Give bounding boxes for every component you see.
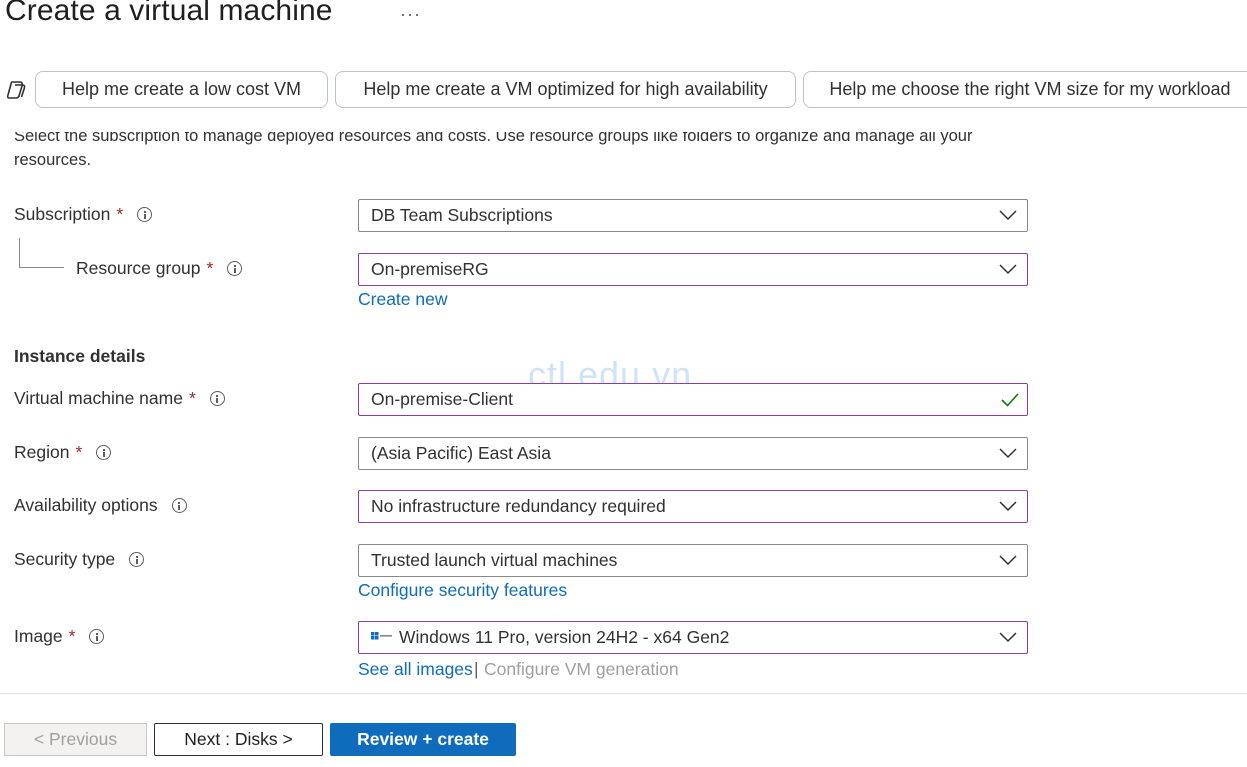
- required-asterisk: *: [188, 388, 196, 408]
- chevron-down-icon: [999, 501, 1017, 512]
- page-title: Create a virtual machine: [5, 0, 333, 27]
- security-type-select[interactable]: Trusted launch virtual machines: [358, 544, 1028, 577]
- configure-vm-generation-link: Configure VM generation: [484, 659, 679, 679]
- chevron-down-icon: [999, 448, 1017, 459]
- resource-group-select[interactable]: On-premiseRG: [358, 253, 1028, 286]
- subscription-value: DB Team Subscriptions: [371, 205, 553, 225]
- previous-button: < Previous: [4, 723, 147, 756]
- subscription-select[interactable]: DB Team Subscriptions: [358, 199, 1028, 232]
- availability-value: No infrastructure redundancy required: [371, 496, 666, 516]
- review-create-button[interactable]: Review + create: [330, 723, 516, 756]
- chevron-down-icon: [999, 555, 1017, 566]
- required-asterisk: *: [116, 204, 124, 224]
- security-type-label-text: Security type: [14, 549, 116, 569]
- required-asterisk: *: [75, 442, 83, 462]
- copilot-icon: [6, 81, 26, 99]
- subscription-label: Subscription *: [14, 204, 153, 225]
- region-select[interactable]: (Asia Pacific) East Asia: [358, 437, 1028, 470]
- subscription-label-text: Subscription: [14, 204, 111, 224]
- required-asterisk: *: [206, 258, 214, 278]
- description-text: Select the subscription to manage deploy…: [14, 127, 973, 169]
- tree-connector: [19, 238, 64, 268]
- vm-name-input[interactable]: On-premise-Client: [358, 383, 1028, 416]
- subscription-description: Select the subscription to manage deploy…: [14, 124, 1024, 174]
- windows-logo-icon: [371, 632, 392, 640]
- region-label-text: Region: [14, 442, 70, 462]
- vm-name-label-text: Virtual machine name: [14, 388, 183, 408]
- vm-name-label: Virtual machine name *: [14, 388, 225, 409]
- instance-details-heading: Instance details: [14, 346, 146, 366]
- resource-group-label-text: Resource group: [76, 258, 201, 278]
- image-label-text: Image: [14, 626, 63, 646]
- info-icon[interactable]: [129, 552, 145, 567]
- scroll-clip: [14, 124, 1024, 132]
- resource-group-value: On-premiseRG: [371, 259, 489, 279]
- configure-security-link[interactable]: Configure security features: [358, 580, 567, 601]
- suggestion-vm-size[interactable]: Help me choose the right VM size for my …: [803, 71, 1247, 108]
- suggestion-high-availability-vm[interactable]: Help me create a VM optimized for high a…: [335, 71, 796, 108]
- required-asterisk: *: [68, 626, 76, 646]
- info-icon[interactable]: [209, 391, 225, 406]
- availability-label: Availability options: [14, 495, 187, 516]
- see-all-images-link[interactable]: See all images: [358, 659, 473, 680]
- more-options-icon[interactable]: ···: [400, 4, 421, 25]
- vm-name-value: On-premise-Client: [371, 389, 513, 409]
- footer-divider: [0, 693, 1247, 694]
- image-select[interactable]: Windows 11 Pro, version 24H2 - x64 Gen2: [358, 621, 1028, 654]
- chevron-down-icon: [999, 264, 1017, 275]
- image-label: Image *: [14, 626, 105, 647]
- availability-select[interactable]: No infrastructure redundancy required: [358, 490, 1028, 523]
- info-icon[interactable]: [96, 445, 112, 460]
- region-value: (Asia Pacific) East Asia: [371, 443, 551, 463]
- chevron-down-icon: [999, 210, 1017, 221]
- region-label: Region *: [14, 442, 112, 463]
- security-type-value: Trusted launch virtual machines: [371, 550, 618, 570]
- create-new-link[interactable]: Create new: [358, 289, 448, 310]
- availability-label-text: Availability options: [14, 495, 158, 515]
- next-disks-button[interactable]: Next : Disks >: [154, 723, 323, 756]
- checkmark-icon: [1001, 393, 1019, 407]
- security-type-label: Security type: [14, 549, 145, 570]
- chevron-down-icon: [999, 632, 1017, 643]
- link-separator: |: [474, 659, 479, 679]
- info-icon[interactable]: [89, 629, 105, 644]
- info-icon[interactable]: [171, 498, 187, 513]
- info-icon[interactable]: [137, 207, 153, 222]
- info-icon[interactable]: [227, 261, 243, 276]
- resource-group-label: Resource group *: [76, 258, 243, 279]
- image-value: Windows 11 Pro, version 24H2 - x64 Gen2: [399, 627, 730, 647]
- suggestion-low-cost-vm[interactable]: Help me create a low cost VM: [35, 71, 328, 108]
